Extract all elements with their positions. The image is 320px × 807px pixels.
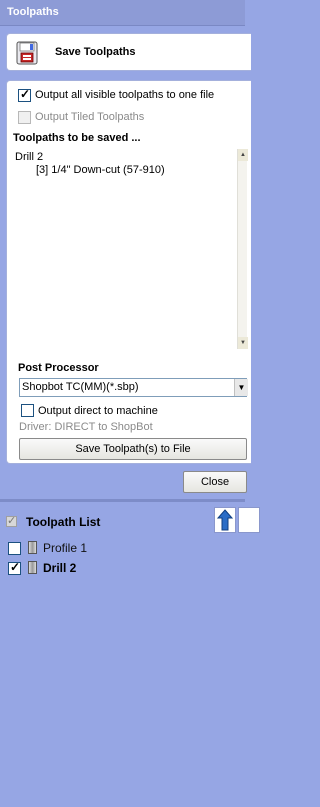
panel-title: Toolpaths xyxy=(7,6,59,18)
output-tiled-checkbox[interactable] xyxy=(18,111,31,124)
driver-text: Driver: DIRECT to ShopBot xyxy=(19,421,153,433)
save-toolpaths-to-file-button[interactable]: Save Toolpath(s) to File xyxy=(19,438,247,460)
close-button-label: Close xyxy=(200,476,230,488)
toolpath-list-title: Toolpath List xyxy=(26,515,101,529)
arrow-up-icon xyxy=(216,509,234,531)
chevron-down-icon[interactable]: ▼ xyxy=(234,379,248,396)
output-direct-checkbox[interactable] xyxy=(21,404,34,417)
scroll-up-icon[interactable]: ▲ xyxy=(238,149,248,161)
output-all-checkbox[interactable] xyxy=(18,87,31,102)
output-tiled-label: Output Tiled Toolpaths xyxy=(35,111,145,123)
move-down-button[interactable] xyxy=(238,507,260,533)
list-item-detail: [3] 1/4" Down-cut (57-910) xyxy=(36,164,165,176)
toolpath-item-drill-2[interactable]: Drill 2 xyxy=(43,561,76,575)
toolpath-item-profile-1[interactable]: Profile 1 xyxy=(43,541,87,555)
save-toolpaths-icon xyxy=(16,41,38,65)
post-processor-heading: Post Processor xyxy=(18,362,99,374)
toolpaths-to-save-list[interactable]: Drill 2 [3] 1/4" Down-cut (57-910) xyxy=(10,148,245,350)
header-title: Save Toolpaths xyxy=(55,46,136,58)
save-toolpaths-header: Save Toolpaths xyxy=(6,33,251,71)
drill-icon xyxy=(28,561,37,574)
toolpath-checkbox-drill-2[interactable] xyxy=(8,560,21,575)
scroll-down-icon[interactable]: ▼ xyxy=(238,337,248,349)
close-button[interactable]: Close xyxy=(183,471,247,493)
toolpaths-list-scrollbar[interactable]: ▲ ▼ xyxy=(237,149,248,349)
output-direct-label: Output direct to machine xyxy=(38,405,158,417)
toolpath-list-toggle-all-checkbox[interactable] xyxy=(6,514,17,527)
end-mill-icon xyxy=(28,541,37,554)
toolpaths-to-save-heading: Toolpaths to be saved ... xyxy=(13,132,141,144)
panel-titlebar: Toolpaths xyxy=(0,0,245,26)
output-all-label: Output all visible toolpaths to one file xyxy=(35,89,215,101)
post-processor-value: Shopbot TC(MM)(*.sbp) xyxy=(22,381,139,393)
post-processor-select[interactable]: Shopbot TC(MM)(*.sbp) ▼ xyxy=(19,378,248,397)
toolpath-checkbox-profile-1[interactable] xyxy=(8,542,21,555)
move-up-button[interactable] xyxy=(214,507,236,533)
list-item: Drill 2 xyxy=(15,151,44,163)
save-button-label: Save Toolpath(s) to File xyxy=(75,443,191,455)
section-divider xyxy=(0,499,245,502)
